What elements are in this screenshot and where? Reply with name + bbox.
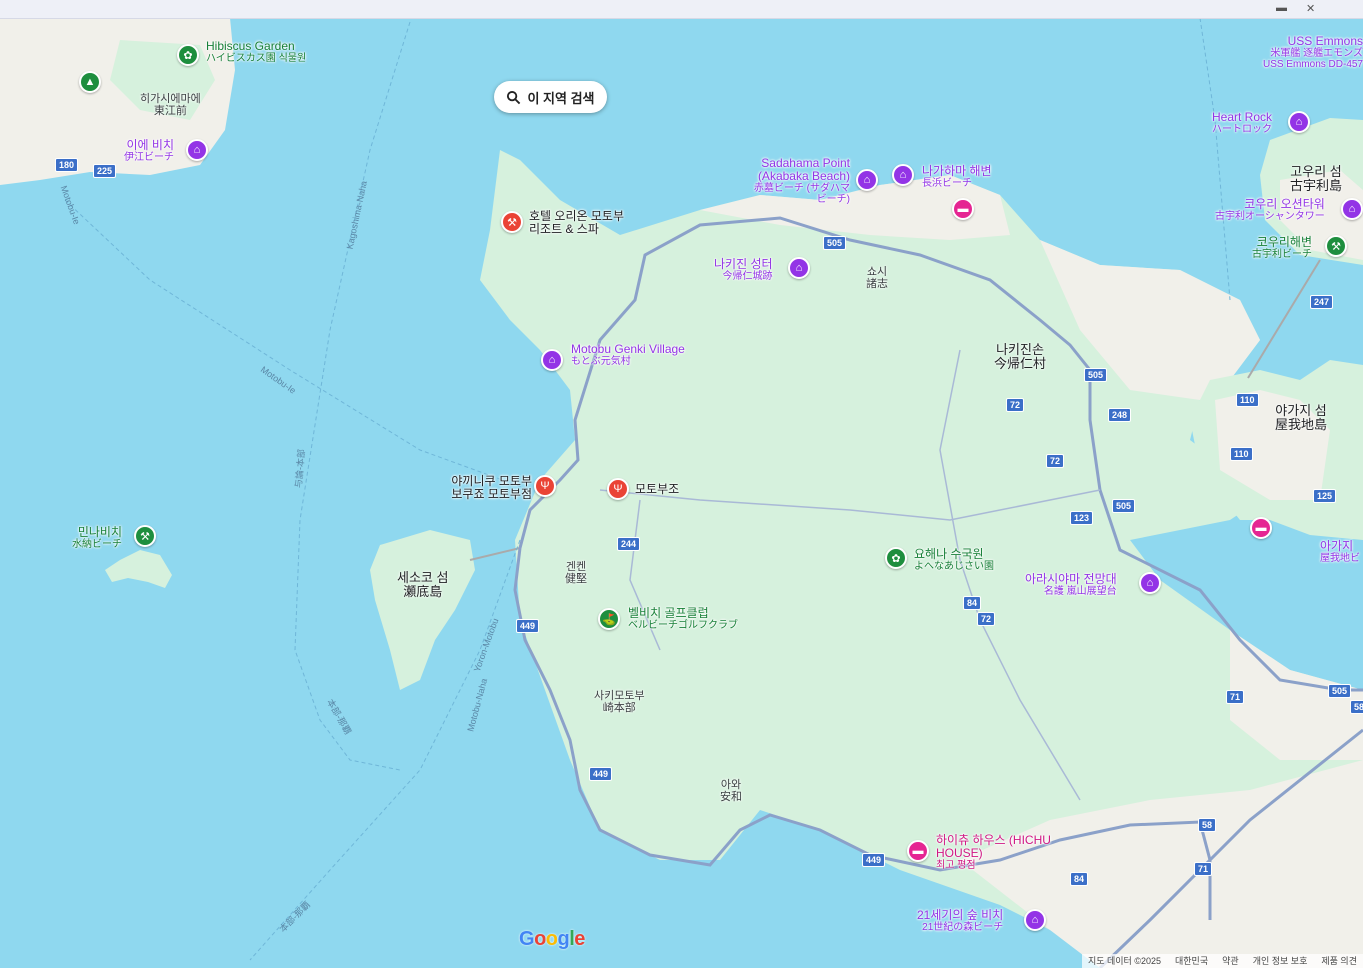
attribution-map-data: 지도 데이터 ©2025 [1087, 956, 1161, 966]
road-shield: 449 [862, 853, 886, 867]
road-shield: 225 [93, 164, 117, 178]
beach-icon[interactable]: ⚒ [134, 525, 156, 547]
poi-motobujo[interactable]: 모토부조 [635, 483, 679, 496]
island-label: 고우리 섬 古宇利島 [1290, 164, 1343, 193]
attraction-icon[interactable]: ⌂ [1341, 198, 1363, 220]
poi-minna-beach[interactable]: 민나비치 水納ビーチ [72, 526, 122, 551]
road-shield: 505 [1112, 499, 1136, 513]
road-shield: 505 [823, 236, 847, 250]
poi-kouri-ocean-tower[interactable]: 코우리 오션타워 古宇利オーシャンタワー [1215, 198, 1325, 223]
search-button-label: 이 지역 검색 [527, 90, 595, 106]
road-shield: 449 [516, 619, 540, 633]
restaurant-icon[interactable]: Ψ [607, 478, 629, 500]
poi-uss-emmons[interactable]: USS Emmons 米軍艦 逐艦エモンズ USS Emmons DD-457 [1257, 35, 1363, 70]
attraction-icon[interactable]: ⌂ [1024, 909, 1046, 931]
road-shield: 58 [1198, 818, 1217, 832]
attraction-icon[interactable]: ⌂ [892, 164, 914, 186]
poi-21st-century-forest-beach[interactable]: 21세기의 숲 비치 21世紀の森ビーチ [917, 909, 1003, 934]
google-logo: Google [519, 928, 585, 950]
attraction-icon[interactable]: ⌂ [1139, 572, 1161, 594]
road-shield: 84 [1070, 872, 1089, 886]
poi-kouri-beach[interactable]: 코우리해변 古宇利ビーチ [1252, 236, 1312, 261]
hotel-icon[interactable]: ▬ [907, 840, 929, 862]
island-label: 세소코 섬 瀬底島 [397, 570, 449, 599]
park-icon[interactable]: ▲ [79, 71, 101, 93]
road-shield: 58 [1350, 700, 1363, 714]
road-shield: 449 [589, 767, 613, 781]
poi-arashiyama-observatory[interactable]: 아라시야마 전망대 名護 嵐山展望台 [1025, 573, 1117, 598]
minimize-icon[interactable]: ▬ [1276, 2, 1287, 14]
hotel-icon[interactable]: ▬ [952, 198, 974, 220]
island-label: 야가지 섬 屋我地島 [1275, 403, 1328, 432]
beach-icon[interactable]: ⚒ [1325, 235, 1347, 257]
golf-icon[interactable]: ⛳ [598, 608, 620, 630]
attraction-icon[interactable]: ⌂ [1288, 111, 1310, 133]
road-shield: 72 [1046, 454, 1065, 468]
road-shield: 72 [977, 612, 996, 626]
poi-agaji[interactable]: 아가지 屋我地ビ [1320, 540, 1360, 565]
attribution-feedback-link[interactable]: 제품 의견 [1321, 954, 1357, 968]
town-label: 나키진손 今帰仁村 [994, 342, 1047, 371]
attraction-icon[interactable]: ⌂ [186, 139, 208, 161]
town-label: 겐켄 健堅 [565, 561, 587, 585]
poi-ie-beach[interactable]: 이에 비치 伊江ビーチ [124, 139, 174, 164]
town-label: 히가시에마에 東江前 [140, 93, 201, 117]
poi-heart-rock[interactable]: Heart Rock ハートロック [1212, 111, 1272, 136]
close-icon[interactable]: ✕ [1306, 2, 1315, 15]
road-shield: 123 [1070, 511, 1094, 525]
poi-motobu-genki-village[interactable]: Motobu Genki Village もとぶ元気村 [571, 343, 685, 368]
poi-hibiscus-garden[interactable]: Hibiscus Garden ハイビスカス園 식물원 [206, 40, 306, 65]
poi-nagahama-beach[interactable]: 나가하마 해변 長浜ビーチ [922, 165, 992, 190]
poi-nakijin-castle[interactable]: 나키진 성터 今帰仁城跡 [714, 258, 773, 283]
map-attribution: 지도 데이터 ©2025 대한민국 약관 개인 정보 보호 제품 의견 [1081, 954, 1363, 968]
town-label: 쇼시 諸志 [866, 266, 888, 290]
road-shield: 125 [1313, 489, 1337, 503]
road-shield: 72 [1006, 398, 1025, 412]
town-label: 사키모토부 崎本部 [594, 690, 645, 714]
road-shield: 505 [1084, 368, 1108, 382]
search-this-area-button[interactable]: 이 지역 검색 [494, 81, 607, 113]
road-shield: 71 [1194, 862, 1213, 876]
road-shield: 248 [1108, 408, 1132, 422]
attribution-country[interactable]: 대한민국 [1175, 954, 1208, 968]
poi-hotel-orion[interactable]: 호텔 오리온 모토부 리조트 & 스파 [529, 210, 629, 236]
garden-icon[interactable]: ✿ [885, 547, 907, 569]
road-shield: 180 [55, 158, 79, 172]
poi-bell-beach-golf[interactable]: 벨비치 골프클럽 ベルビーチゴルフクラブ [628, 607, 738, 632]
hotel-icon[interactable]: ▬ [1250, 517, 1272, 539]
road-shield: 247 [1310, 295, 1334, 309]
town-label: 아와 安和 [720, 779, 742, 803]
attraction-icon[interactable]: ⌂ [788, 257, 810, 279]
poi-sadahama-point[interactable]: Sadahama Point (Akabaka Beach) 赤墓ビーチ (サダハ… [744, 157, 850, 206]
road-shield: 505 [1328, 684, 1352, 698]
poi-yohena-hydrangea[interactable]: 요해나 수국원 よへなあじさい園 [914, 548, 994, 573]
poi-hichu-house[interactable]: 하이츄 하우스 (HICHU HOUSE) 최고 평점 [936, 834, 1056, 872]
attraction-icon[interactable]: ⌂ [541, 349, 563, 371]
road-shield: 110 [1236, 393, 1259, 407]
poi-yakiniku-motobu[interactable]: 야끼니쿠 모토부 보쿠죠 모토부점 [440, 475, 532, 501]
browser-top-strip: ▬ ✕ [0, 0, 1363, 19]
attribution-terms-link[interactable]: 약관 [1222, 954, 1239, 968]
road-shield: 244 [617, 537, 641, 551]
road-shield: 84 [963, 596, 982, 610]
attraction-icon[interactable]: ⌂ [856, 169, 878, 191]
search-icon [507, 90, 521, 104]
attribution-privacy-link[interactable]: 개인 정보 보호 [1253, 954, 1308, 968]
garden-icon[interactable]: ✿ [177, 44, 199, 66]
restaurant-icon[interactable]: Ψ [534, 475, 556, 497]
road-shield: 71 [1226, 690, 1245, 704]
hotel-icon[interactable]: ⚒ [501, 211, 523, 233]
road-shield: 110 [1230, 447, 1253, 461]
